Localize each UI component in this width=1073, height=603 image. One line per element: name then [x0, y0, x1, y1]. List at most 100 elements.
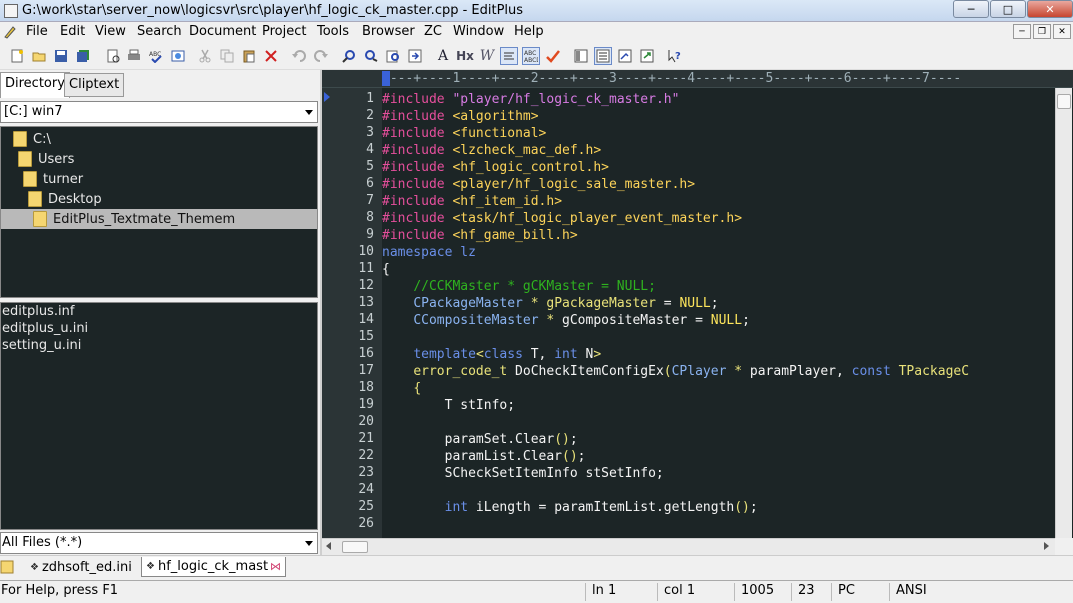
minimize-button[interactable]: ─ — [953, 0, 989, 18]
scroll-right-icon[interactable] — [1044, 542, 1049, 550]
spell-check-button[interactable]: ABC — [147, 47, 165, 65]
print-button[interactable] — [125, 47, 143, 65]
code-area[interactable]: #include "player/hf_logic_ck_master.h" #i… — [382, 88, 1055, 538]
svg-text:ABCD: ABCD — [524, 57, 538, 63]
menu-browser[interactable]: Browser — [362, 24, 415, 39]
close-tab-icon[interactable]: ⋈ — [270, 560, 281, 573]
file-item[interactable]: setting_u.ini — [2, 338, 81, 353]
find-in-files-icon — [386, 50, 399, 63]
code-line[interactable]: #include <functional> — [382, 125, 546, 142]
code-line[interactable]: CCompositeMaster * gCompositeMaster = NU… — [382, 312, 750, 329]
save-button[interactable] — [52, 47, 70, 65]
font-button[interactable]: A — [434, 47, 452, 65]
document-selector-button[interactable] — [616, 47, 634, 65]
code-line[interactable]: #include <algorithm> — [382, 108, 539, 125]
paste-button[interactable] — [240, 47, 258, 65]
vertical-scrollbar[interactable] — [1055, 88, 1072, 538]
tree-item-users[interactable]: Users — [18, 149, 74, 169]
code-line[interactable]: SCheckSetItemInfo stSetInfo; — [382, 465, 664, 482]
horizontal-scroll-thumb[interactable] — [342, 541, 368, 553]
code-line[interactable]: namespace lz — [382, 244, 476, 261]
horizontal-scrollbar[interactable] — [322, 538, 1055, 555]
menu-document[interactable]: Document — [189, 24, 256, 39]
code-line[interactable]: #include <hf_logic_control.h> — [382, 159, 609, 176]
tree-item-desktop[interactable]: Desktop — [28, 189, 102, 209]
code-line[interactable]: #include <task/hf_logic_player_event_mas… — [382, 210, 742, 227]
check-button[interactable] — [544, 47, 562, 65]
help-button[interactable]: ? — [666, 47, 684, 65]
copy-button[interactable] — [218, 47, 236, 65]
code-line[interactable]: { — [382, 380, 421, 397]
close-button[interactable]: ✕ — [1027, 0, 1073, 18]
tree-item-turner[interactable]: turner — [23, 169, 83, 189]
new-button[interactable] — [8, 47, 26, 65]
code-line[interactable]: T stInfo; — [382, 397, 515, 414]
code-line[interactable]: paramList.Clear(); — [382, 448, 586, 465]
menu-window[interactable]: Window — [453, 24, 504, 39]
undo-button[interactable] — [290, 47, 308, 65]
wrap-toggle-button[interactable] — [500, 47, 518, 65]
chevron-down-icon[interactable] — [305, 541, 313, 546]
code-line[interactable]: //CCKMaster * gCKMaster = NULL; — [382, 278, 656, 295]
find-button[interactable] — [340, 47, 358, 65]
replace-button[interactable] — [362, 47, 380, 65]
print-preview-button[interactable] — [104, 47, 122, 65]
open-button[interactable] — [30, 47, 48, 65]
directory-window-button[interactable] — [572, 47, 590, 65]
hex-button[interactable]: Hx — [456, 47, 474, 65]
redo-button[interactable] — [312, 47, 330, 65]
doc-tab-zdhsoft[interactable]: ❖ zdhsoft_ed.ini — [26, 557, 136, 577]
doc-tab-hf-logic[interactable]: ❖ hf_logic_ck_mast ⋈ — [141, 557, 287, 577]
menu-search[interactable]: Search — [137, 24, 182, 39]
save-all-button[interactable] — [74, 47, 92, 65]
scroll-left-icon[interactable] — [326, 542, 331, 550]
maximize-button[interactable]: □ — [990, 0, 1026, 18]
tree-item-editplus-themes[interactable]: EditPlus_Textmate_Themem — [1, 209, 317, 229]
menu-project[interactable]: Project — [262, 24, 306, 39]
app-icon — [4, 4, 18, 18]
menu-zc[interactable]: ZC — [424, 24, 442, 39]
find-in-files-button[interactable] — [384, 47, 402, 65]
code-token: ; — [569, 432, 578, 447]
file-item[interactable]: editplus_u.ini — [2, 321, 88, 336]
code-line[interactable]: template<class T, int N> — [382, 346, 601, 363]
menu-edit[interactable]: Edit — [60, 24, 85, 39]
file-filter-select[interactable]: All Files (*.*) — [0, 532, 318, 554]
menu-file[interactable]: File — [26, 24, 48, 39]
menu-help[interactable]: Help — [514, 24, 544, 39]
abc-button[interactable]: ABCABCD — [522, 47, 540, 65]
code-line[interactable]: #include <player/hf_logic_sale_master.h> — [382, 176, 695, 193]
code-line[interactable]: CPackageMaster * gPackageMaster = NULL; — [382, 295, 718, 312]
tab-cliptext[interactable]: Cliptext — [64, 73, 125, 97]
mdi-minimize-button[interactable]: ─ — [1013, 24, 1031, 39]
vertical-scroll-thumb[interactable] — [1057, 94, 1071, 109]
mdi-restore-button[interactable]: ❐ — [1033, 24, 1051, 39]
code-line[interactable]: #include "player/hf_logic_ck_master.h" — [382, 91, 679, 108]
tab-directory[interactable]: Directory — [0, 72, 70, 98]
goto-button[interactable] — [406, 47, 424, 65]
drive-select[interactable]: [C:] win7 — [0, 101, 318, 123]
cut-button[interactable] — [196, 47, 214, 65]
code-token: iLength = paramItemList.getLength — [468, 500, 735, 515]
code-line[interactable]: int iLength = paramItemList.getLength(); — [382, 499, 758, 516]
code-line[interactable]: error_code_t DoCheckItemConfigEx(CPlayer… — [382, 363, 969, 380]
menu-view[interactable]: View — [95, 24, 126, 39]
menu-tools[interactable]: Tools — [317, 24, 349, 39]
code-token: int — [554, 347, 578, 362]
fullscreen-button[interactable] — [638, 47, 656, 65]
line-number: 12 — [358, 278, 374, 293]
word-wrap-button[interactable]: W — [478, 47, 496, 65]
output-window-button[interactable] — [594, 47, 612, 65]
code-line[interactable]: { — [382, 261, 390, 278]
code-line[interactable]: #include <lzcheck_mac_def.h> — [382, 142, 601, 159]
delete-button[interactable] — [262, 47, 280, 65]
chevron-down-icon[interactable] — [305, 110, 313, 115]
code-line[interactable]: #include <hf_item_id.h> — [382, 193, 562, 210]
code-line[interactable]: paramSet.Clear(); — [382, 431, 578, 448]
mdi-close-button[interactable]: ✕ — [1053, 24, 1071, 39]
code-line[interactable]: #include <hf_game_bill.h> — [382, 227, 578, 244]
code-editor[interactable]: ----+----1----+----2----+----3----+----4… — [322, 70, 1073, 538]
browser-button[interactable] — [169, 47, 187, 65]
file-item[interactable]: editplus.inf — [2, 304, 74, 319]
tree-item-c-drive[interactable]: C:\ — [13, 129, 51, 149]
